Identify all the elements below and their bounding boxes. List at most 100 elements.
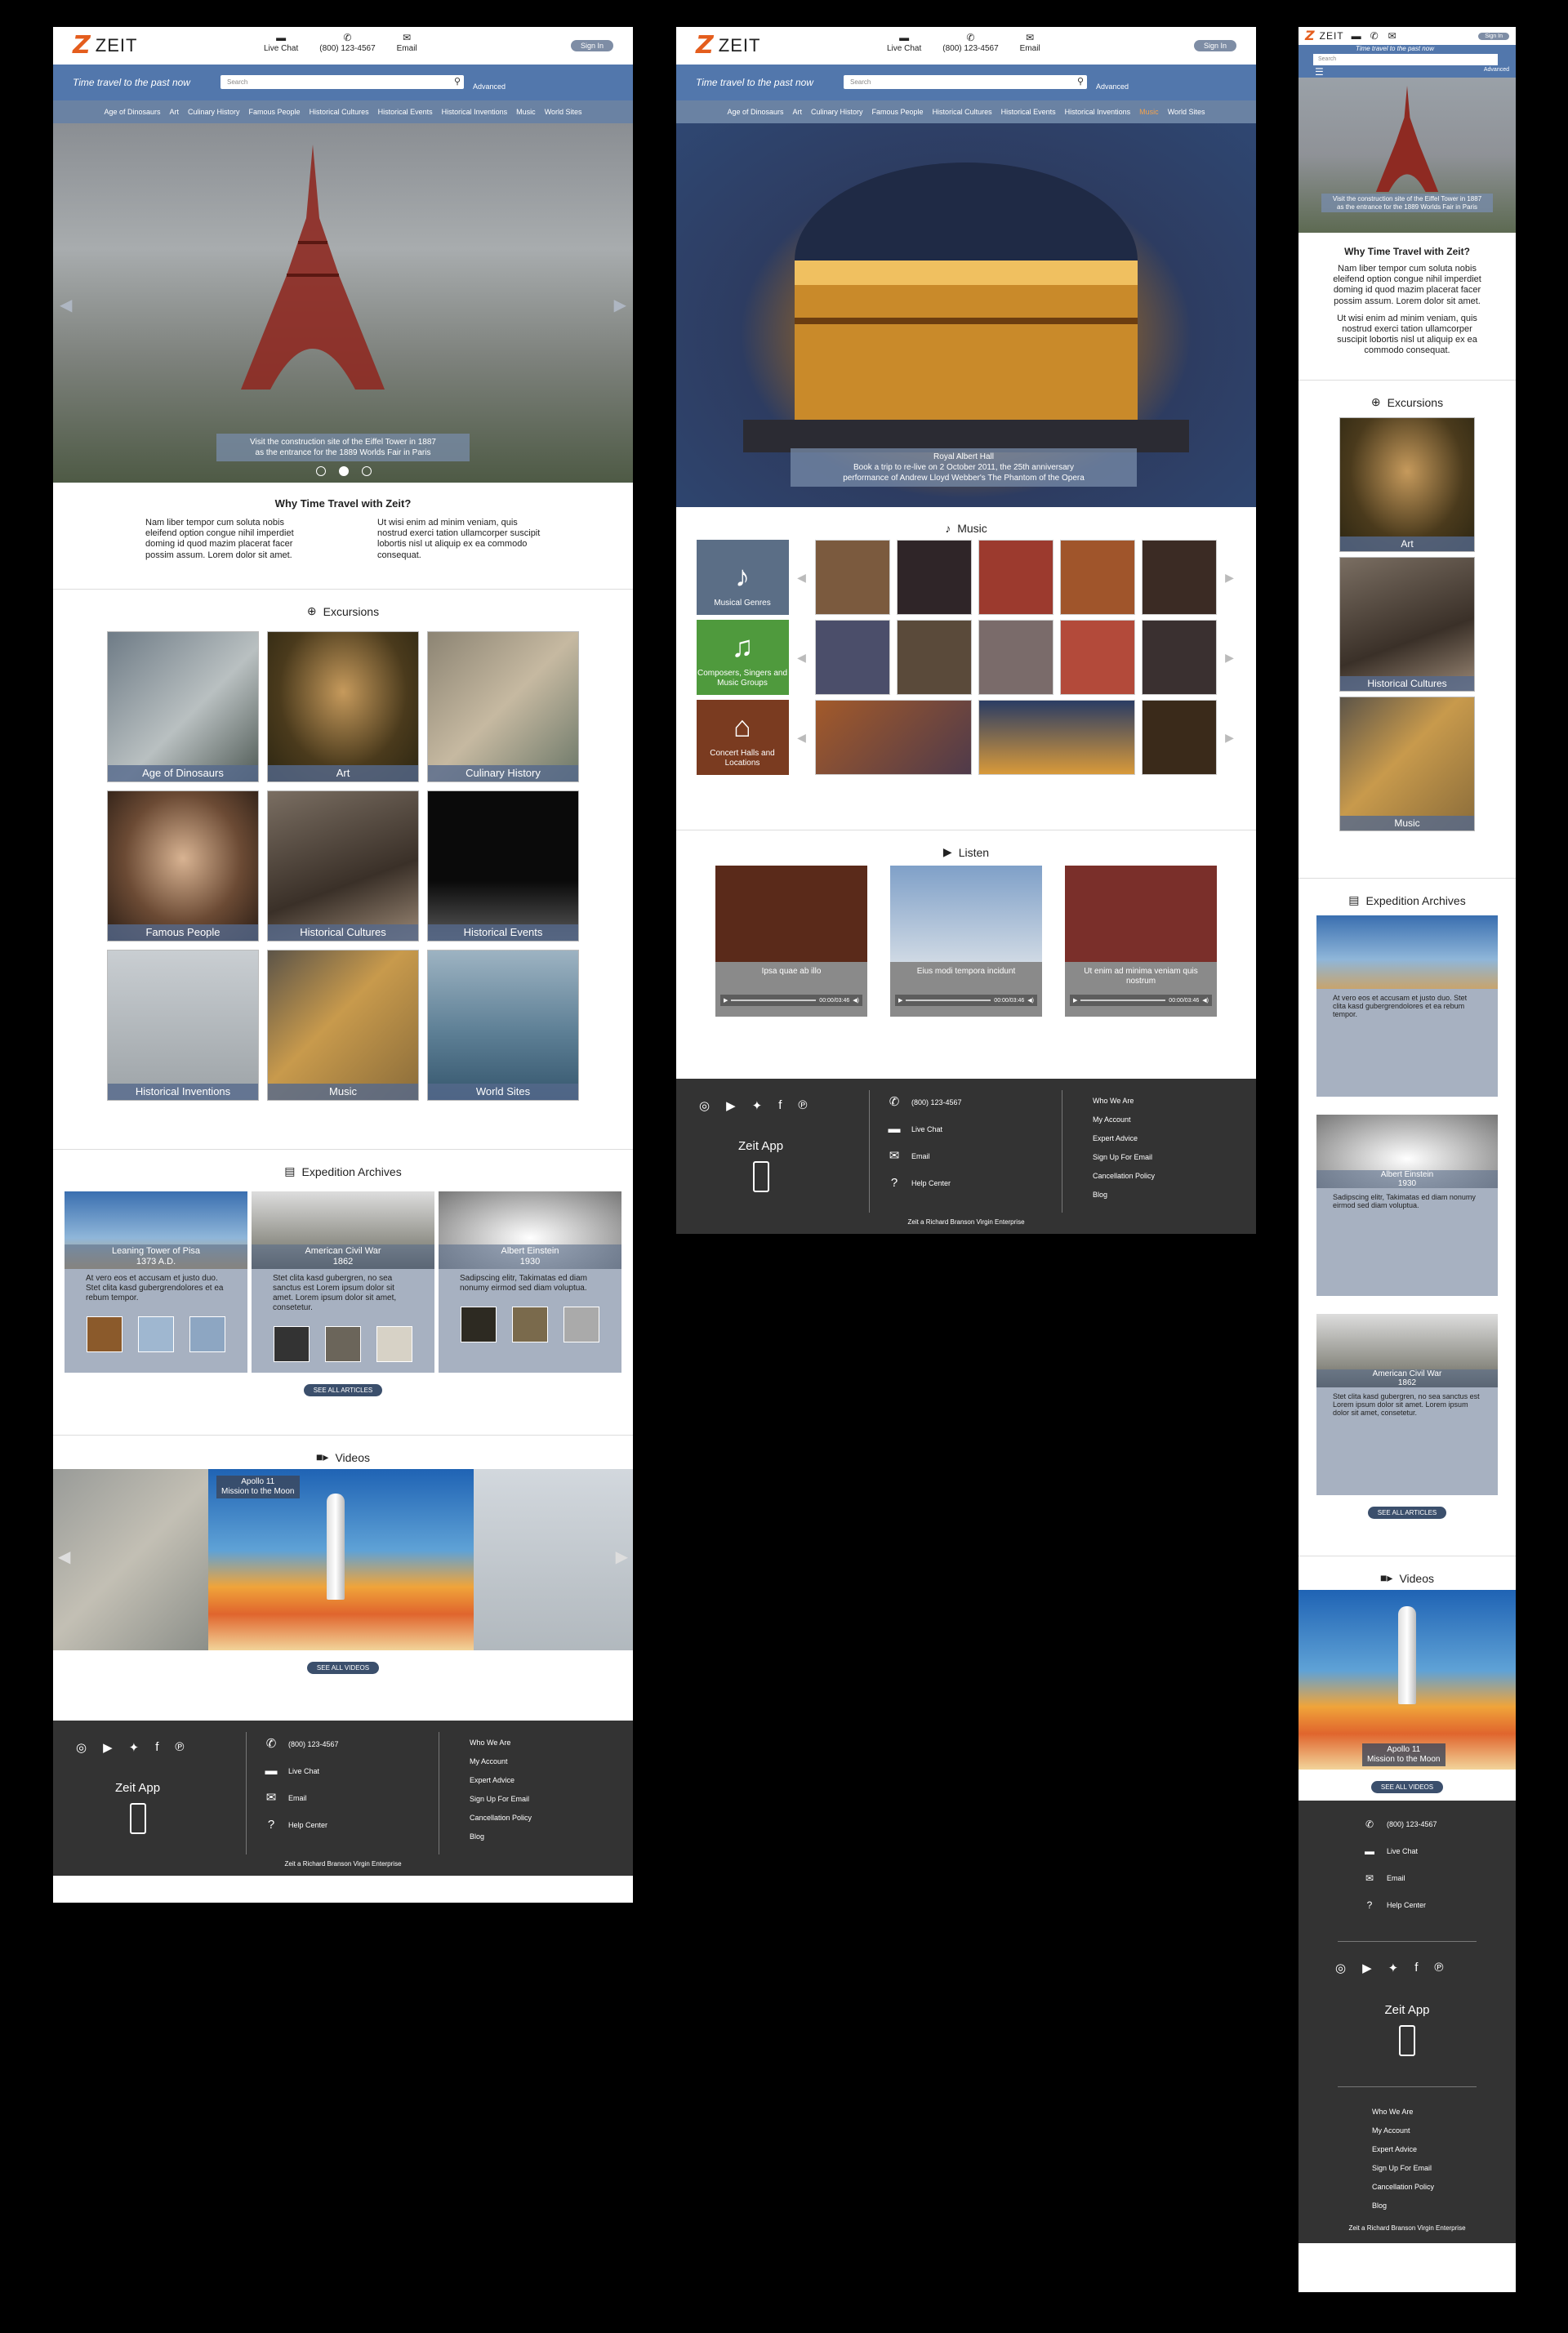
instagram-icon[interactable]: ◎ <box>1335 1961 1346 1975</box>
excursion-tile[interactable]: Famous People <box>107 790 259 942</box>
nav-historical-inventions[interactable]: Historical Inventions <box>1065 108 1131 116</box>
instagram-icon[interactable]: ◎ <box>76 1740 87 1755</box>
excursion-tile[interactable]: Music <box>1339 697 1475 831</box>
music-thumb[interactable] <box>978 540 1054 615</box>
volume-icon[interactable]: ◀) <box>853 997 859 1004</box>
twitter-icon[interactable]: ✦ <box>1388 1961 1399 1975</box>
music-thumb[interactable] <box>1059 540 1135 615</box>
nav-historical-events[interactable]: Historical Events <box>378 108 433 116</box>
nav-culinary-history[interactable]: Culinary History <box>811 108 863 116</box>
audio-progress[interactable] <box>1080 1000 1166 1001</box>
row-next-icon[interactable]: ▶ <box>1223 651 1236 665</box>
search-icon[interactable]: ⚲ <box>454 76 461 87</box>
archive-thumb[interactable] <box>87 1316 123 1352</box>
footer-link-cancellation[interactable]: Cancellation Policy <box>470 1814 532 1822</box>
footer-link-blog[interactable]: Blog <box>470 1832 532 1841</box>
music-thumb[interactable] <box>978 700 1135 775</box>
archive-card[interactable]: Leaning Tower of Pisa 1373 A.D. At vero e… <box>65 1191 247 1373</box>
footer-link-blog[interactable]: Blog <box>1093 1191 1155 1199</box>
twitter-icon[interactable]: ✦ <box>129 1740 140 1755</box>
excursion-tile[interactable]: Art <box>267 631 419 782</box>
email-icon[interactable]: ✉ <box>1387 31 1398 42</box>
footer-link-sign-up[interactable]: Sign Up For Email <box>1093 1153 1155 1161</box>
hamburger-menu-icon[interactable]: ☰ <box>1315 66 1324 78</box>
excursion-tile[interactable]: Historical Cultures <box>267 790 419 942</box>
footer-link-cancellation[interactable]: Cancellation Policy <box>1372 2183 1434 2191</box>
email-link[interactable]: ✉ Email <box>397 32 417 54</box>
facebook-icon[interactable]: f <box>155 1740 158 1755</box>
footer-link-expert-advice[interactable]: Expert Advice <box>470 1776 532 1784</box>
music-thumb[interactable] <box>1059 620 1135 695</box>
music-thumb[interactable] <box>814 620 890 695</box>
email-link[interactable]: ✉ Email <box>1020 32 1040 54</box>
play-icon[interactable]: ▶ <box>1073 997 1077 1004</box>
nav-age-of-dinosaurs[interactable]: Age of Dinosaurs <box>727 108 783 116</box>
nav-world-sites[interactable]: World Sites <box>545 108 582 116</box>
row-prev-icon[interactable]: ◀ <box>795 571 808 585</box>
footer-email[interactable]: ✉ Email <box>264 1792 339 1804</box>
footer-link-who-we-are[interactable]: Who We Are <box>1372 2108 1434 2116</box>
play-icon[interactable]: ▶ <box>898 997 902 1004</box>
archive-thumb[interactable] <box>563 1307 599 1342</box>
phone-link[interactable]: ✆ (800) 123-4567 <box>942 32 998 54</box>
audio-player[interactable]: ▶ 00:00/03:46 ◀) <box>1070 995 1212 1006</box>
footer-email[interactable]: ✉ Email <box>887 1150 962 1162</box>
footer-link-blog[interactable]: Blog <box>1372 2202 1434 2210</box>
archive-thumb[interactable] <box>461 1307 497 1342</box>
footer-link-sign-up[interactable]: Sign Up For Email <box>470 1795 532 1803</box>
archive-thumb[interactable] <box>274 1326 310 1362</box>
facebook-icon[interactable]: f <box>778 1098 782 1113</box>
music-thumb[interactable] <box>814 540 890 615</box>
footer-link-my-account[interactable]: My Account <box>1093 1115 1155 1124</box>
live-chat-link[interactable]: ▬ Live Chat <box>887 32 921 54</box>
see-all-articles-button[interactable]: SEE ALL ARTICLES <box>1367 1507 1447 1519</box>
archive-thumb[interactable] <box>376 1326 412 1362</box>
footer-link-expert-advice[interactable]: Expert Advice <box>1372 2145 1434 2153</box>
row-prev-icon[interactable]: ◀ <box>795 731 808 745</box>
nav-age-of-dinosaurs[interactable]: Age of Dinosaurs <box>104 108 160 116</box>
archive-thumb[interactable] <box>511 1307 548 1342</box>
music-thumb[interactable] <box>1141 540 1217 615</box>
search-icon[interactable]: ⚲ <box>1077 76 1084 87</box>
excursion-tile[interactable]: Art <box>1339 417 1475 552</box>
live-chat-link[interactable]: ▬ Live Chat <box>264 32 298 54</box>
video-thumb[interactable] <box>53 1469 208 1650</box>
chat-icon[interactable]: ▬ <box>1351 31 1362 42</box>
archive-card[interactable]: Albert Einstein 1930 Sadipscing elitr, Ta… <box>439 1191 621 1373</box>
row-next-icon[interactable]: ▶ <box>1223 731 1236 745</box>
music-thumb[interactable] <box>896 540 972 615</box>
search-input[interactable]: Search ⚲ <box>844 75 1087 89</box>
see-all-videos-button[interactable]: SEE ALL VIDEOS <box>1370 1781 1444 1793</box>
footer-phone[interactable]: ✆ (800) 123-4567 <box>264 1738 339 1750</box>
pinterest-icon[interactable]: ℗ <box>175 1740 184 1755</box>
footer-help[interactable]: ? Help Center <box>1364 1899 1437 1910</box>
excursion-tile[interactable]: Historical Inventions <box>107 950 259 1101</box>
nav-famous-people[interactable]: Famous People <box>872 108 924 116</box>
audio-progress[interactable] <box>731 1000 817 1001</box>
excursion-tile[interactable]: Music <box>267 950 419 1101</box>
footer-link-sign-up[interactable]: Sign Up For Email <box>1372 2164 1434 2172</box>
footer-live-chat[interactable]: ▬ Live Chat <box>264 1765 339 1777</box>
youtube-icon[interactable]: ▶ <box>103 1740 113 1755</box>
advanced-search-link[interactable]: Advanced <box>1484 67 1509 73</box>
carousel-dot[interactable] <box>362 466 372 476</box>
see-all-videos-button[interactable]: SEE ALL VIDEOS <box>306 1662 380 1674</box>
footer-link-cancellation[interactable]: Cancellation Policy <box>1093 1172 1155 1180</box>
sign-in-button[interactable]: Sign In <box>1193 40 1236 51</box>
play-icon[interactable]: ▶ <box>724 997 728 1004</box>
twitter-icon[interactable]: ✦ <box>752 1098 763 1113</box>
footer-phone[interactable]: ✆ (800) 123-4567 <box>887 1096 962 1108</box>
music-category-composers[interactable]: ♫ Composers, Singers and Music Groups <box>696 620 789 695</box>
nav-culinary-history[interactable]: Culinary History <box>188 108 240 116</box>
phone-link[interactable]: ✆ (800) 123-4567 <box>319 32 375 54</box>
excursion-tile[interactable]: Historical Events <box>427 790 579 942</box>
nav-art[interactable]: Art <box>169 108 179 116</box>
nav-historical-events[interactable]: Historical Events <box>1001 108 1056 116</box>
footer-link-who-we-are[interactable]: Who We Are <box>1093 1097 1155 1105</box>
nav-famous-people[interactable]: Famous People <box>249 108 301 116</box>
archive-thumb[interactable] <box>189 1316 225 1352</box>
carousel-prev-icon[interactable]: ◀ <box>60 295 72 315</box>
app-promo[interactable]: Zeit App <box>738 1139 783 1192</box>
music-thumb[interactable] <box>814 700 972 775</box>
nav-world-sites[interactable]: World Sites <box>1168 108 1205 116</box>
